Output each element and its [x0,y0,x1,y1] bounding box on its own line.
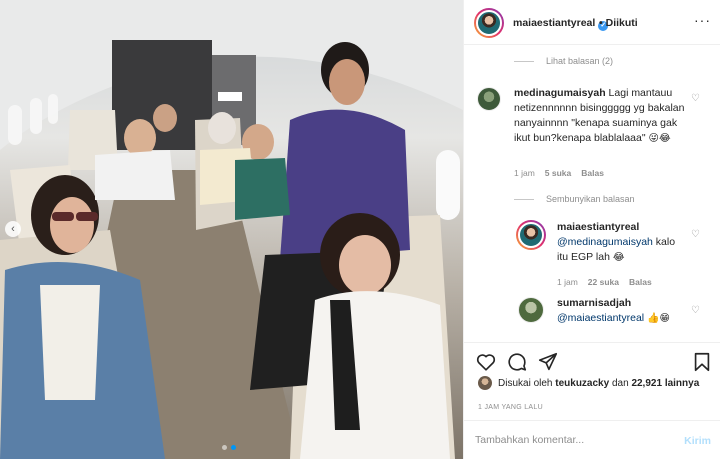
comment-text: medinagumaisyah Lagi mantauu netizennnnn… [514,86,694,146]
comment-icon[interactable] [506,351,528,373]
carousel-dot-active [231,445,236,450]
hide-replies-label[interactable]: Sembunyikan balasan [546,194,635,204]
comment-likes[interactable]: 5 suka [545,168,571,178]
reply-text: sumarnisadjah @maiaestiantyreal 👍😁 [557,296,687,326]
comment-time: 1 jam [514,168,535,178]
share-icon[interactable] [537,351,559,373]
divider-line [514,198,534,200]
heart-icon[interactable] [475,351,497,373]
bookmark-icon[interactable] [691,351,713,373]
post-photo[interactable]: ‹ [0,0,463,459]
reply-emoji: 👍😁 [647,313,670,324]
hide-replies-button[interactable]: Sembunyikan balasan [514,194,635,204]
divider-line [514,60,534,62]
comment-like-heart-icon[interactable]: ♡ [691,93,700,104]
reply-mention[interactable]: @medinagumaisyah [557,236,653,248]
reply-likes[interactable]: 22 suka [588,277,619,287]
post-comment-button[interactable]: Kirim [684,435,711,447]
likes-count[interactable]: 22,921 [631,378,662,389]
likes-summary: Disukai oleh teukuzacky dan 22,921 lainn… [478,376,699,390]
more-horizontal-icon[interactable]: ··· [694,12,711,28]
comment-avatar[interactable] [477,87,501,111]
comment-meta: 1 jam 5 suka Balas [514,168,604,178]
post-timestamp[interactable]: 1 JAM YANG LALU [478,404,543,411]
reply-meta: 1 jam 22 suka Balas [557,277,652,287]
reply-text: maiaestiantyreal @medinagumaisyah kalo i… [557,220,687,265]
reply-reply-button[interactable]: Balas [629,277,652,287]
carousel-prev-button[interactable]: ‹ [5,221,21,237]
reply-emoji: 😂 [612,252,625,263]
comments-list[interactable]: Lihat balasan (2) medinagumaisyah Lagi m… [464,46,720,342]
comment-emoji: 😜😂 [648,133,671,144]
view-replies-label[interactable]: Lihat balasan (2) [546,56,613,66]
avatar[interactable] [474,8,504,38]
reply-avatar[interactable] [518,297,544,323]
reply-time: 1 jam [557,277,578,287]
likes-suffix[interactable]: lainnya [665,378,699,389]
reply-avatar[interactable] [516,220,546,250]
likes-conj: dan [611,377,629,389]
view-replies-button[interactable]: Lihat balasan (2) [514,56,613,66]
comment-reply-button[interactable]: Balas [581,168,604,178]
liker-avatar[interactable] [478,376,492,390]
reply-like-heart-icon[interactable]: ♡ [691,229,700,240]
post-header: maiaestiantyreal ✓ • Diikuti ··· [464,0,720,45]
post-sidebar: maiaestiantyreal ✓ • Diikuti ··· Lihat ba… [463,0,720,459]
follow-status[interactable]: • Diikuti [599,17,638,29]
comment-input[interactable] [475,431,665,449]
follow-status-label[interactable]: Diikuti [606,17,638,29]
author-username[interactable]: maiaestiantyreal ✓ [513,17,609,31]
reply-username[interactable]: sumarnisadjah [557,297,631,309]
reply-like-heart-icon[interactable]: ♡ [691,305,700,316]
reply-mention[interactable]: @maiaestiantyreal [557,312,644,324]
likes-prefix: Disukai oleh [498,377,553,389]
reply-username[interactable]: maiaestiantyreal [557,221,639,233]
carousel-dot [222,445,227,450]
carousel-indicator [222,445,236,450]
comment-username[interactable]: medinagumaisyah [514,87,606,99]
photo-illustration [0,0,463,459]
add-comment-bar: Kirim [464,420,720,459]
liker-username[interactable]: teukuzacky [555,378,609,389]
author-username-text[interactable]: maiaestiantyreal [513,17,595,29]
follow-separator: • [599,17,603,29]
